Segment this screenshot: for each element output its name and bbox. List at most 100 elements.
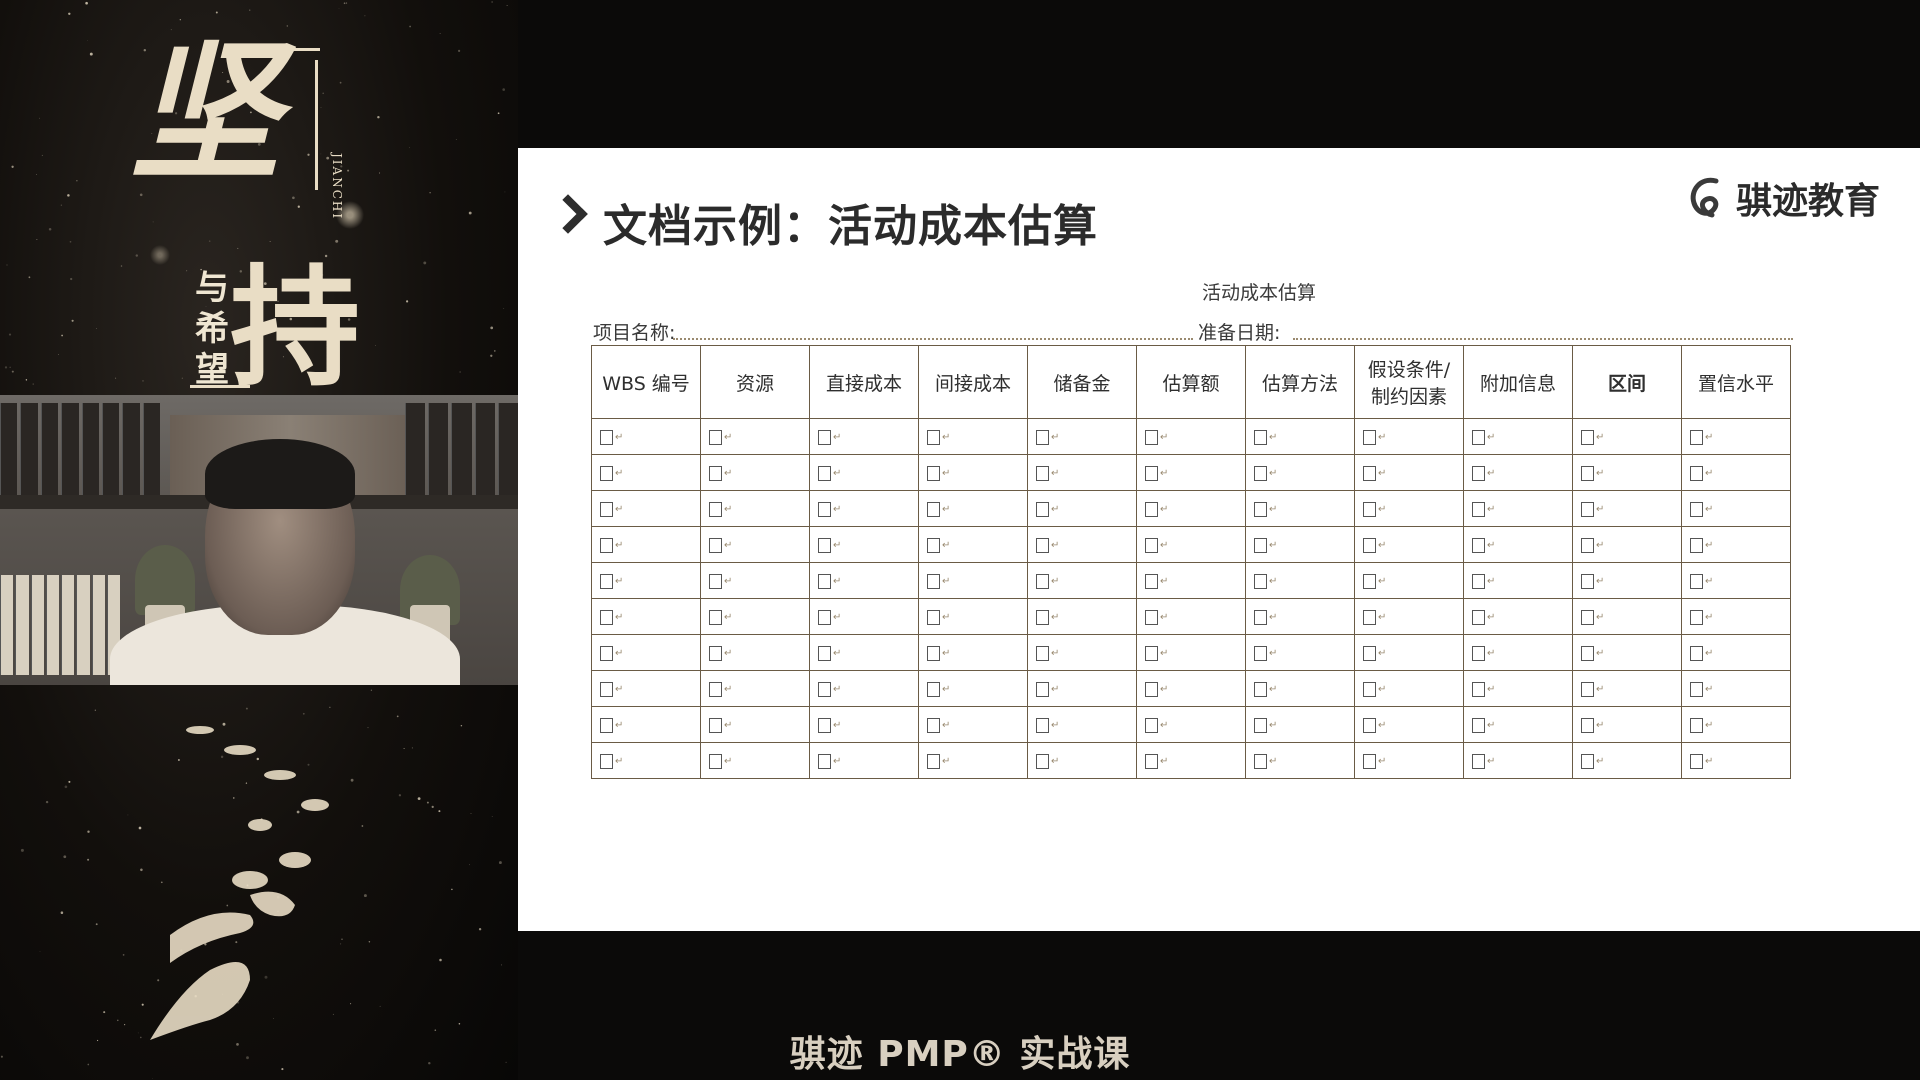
slide-title: 文档示例：活动成本估算 bbox=[603, 201, 1098, 252]
table-cell: ↵ bbox=[918, 562, 1028, 599]
table-cell: ↵ bbox=[1027, 706, 1137, 743]
checkbox-placeholder-icon bbox=[818, 754, 831, 769]
paragraph-mark-icon: ↵ bbox=[942, 468, 951, 479]
paragraph-mark-icon: ↵ bbox=[1051, 468, 1060, 479]
paragraph-mark-icon: ↵ bbox=[724, 540, 733, 551]
paragraph-mark-icon: ↵ bbox=[1596, 432, 1605, 443]
brand-name: 骐迹教育 bbox=[1736, 181, 1881, 222]
checkbox-placeholder-icon bbox=[600, 646, 613, 661]
checkbox-placeholder-icon bbox=[600, 466, 613, 481]
table-cell: ↵ bbox=[1572, 454, 1682, 491]
table-cell: ↵ bbox=[1572, 634, 1682, 671]
star bbox=[423, 261, 427, 265]
star bbox=[28, 276, 31, 279]
star bbox=[497, 112, 500, 115]
checkbox-placeholder-icon bbox=[600, 574, 613, 589]
paragraph-mark-icon: ↵ bbox=[942, 756, 951, 767]
paragraph-mark-icon: ↵ bbox=[615, 612, 624, 623]
paragraph-mark-icon: ↵ bbox=[942, 576, 951, 587]
column-header: 区间 bbox=[1572, 345, 1682, 419]
paragraph-mark-icon: ↵ bbox=[1160, 468, 1169, 479]
checkbox-placeholder-icon bbox=[1690, 718, 1703, 733]
table-cell: ↵ bbox=[1681, 490, 1791, 527]
table-cell: ↵ bbox=[809, 742, 919, 779]
star bbox=[469, 864, 470, 866]
checkbox-placeholder-icon bbox=[1581, 430, 1594, 445]
checkbox-placeholder-icon bbox=[1254, 754, 1267, 769]
table-cell: ↵ bbox=[1245, 742, 1355, 779]
star bbox=[11, 370, 14, 373]
checkbox-placeholder-icon bbox=[1690, 502, 1703, 517]
table-cell: ↵ bbox=[1681, 562, 1791, 599]
star bbox=[215, 11, 218, 14]
paragraph-mark-icon: ↵ bbox=[1160, 648, 1169, 659]
table-cell: ↵ bbox=[700, 490, 810, 527]
paragraph-mark-icon: ↵ bbox=[833, 684, 842, 695]
table-cell: ↵ bbox=[1136, 634, 1246, 671]
paragraph-mark-icon: ↵ bbox=[1160, 504, 1169, 515]
checkbox-placeholder-icon bbox=[1690, 574, 1703, 589]
paragraph-mark-icon: ↵ bbox=[1596, 540, 1605, 551]
star bbox=[36, 173, 37, 175]
table-cell: ↵ bbox=[591, 490, 701, 527]
document-title: 活动成本估算 bbox=[1201, 282, 1316, 304]
checkbox-placeholder-icon bbox=[1472, 682, 1485, 697]
paragraph-mark-icon: ↵ bbox=[1378, 720, 1387, 731]
star bbox=[335, 239, 339, 243]
star bbox=[322, 92, 324, 95]
table-cell: ↵ bbox=[809, 634, 919, 671]
table-cell: ↵ bbox=[591, 526, 701, 563]
paragraph-mark-icon: ↵ bbox=[1487, 540, 1496, 551]
star bbox=[506, 5, 508, 7]
paragraph-mark-icon: ↵ bbox=[724, 756, 733, 767]
checkbox-placeholder-icon bbox=[927, 682, 940, 697]
checkbox-placeholder-icon bbox=[1690, 682, 1703, 697]
paragraph-mark-icon: ↵ bbox=[942, 684, 951, 695]
checkbox-placeholder-icon bbox=[1472, 430, 1485, 445]
checkbox-placeholder-icon bbox=[1363, 682, 1376, 697]
table-cell: ↵ bbox=[1027, 418, 1137, 455]
star bbox=[339, 81, 342, 84]
table-cell: ↵ bbox=[1136, 706, 1246, 743]
table-cell: ↵ bbox=[809, 706, 919, 743]
checkbox-placeholder-icon bbox=[1145, 538, 1158, 553]
star bbox=[370, 689, 373, 691]
prep-date-label: 准备日期: bbox=[1198, 322, 1281, 344]
paragraph-mark-icon: ↵ bbox=[1269, 540, 1278, 551]
star bbox=[135, 254, 138, 257]
table-row: ↵ ↵ ↵ ↵ ↵ ↵ ↵ ↵ ↵ ↵ ↵ bbox=[591, 634, 1791, 671]
table-cell: ↵ bbox=[1572, 598, 1682, 635]
star bbox=[500, 964, 503, 966]
star bbox=[417, 797, 421, 800]
table-header-row: WBS 编号 资源 直接成本 间接成本 储备金 估算额 估算方法 假设条件/制约因素 附加信息区… bbox=[591, 345, 1791, 419]
star bbox=[122, 954, 125, 956]
table-cell: ↵ bbox=[1354, 526, 1464, 563]
checkbox-placeholder-icon bbox=[927, 610, 940, 625]
checkbox-placeholder-icon bbox=[1363, 718, 1376, 733]
checkbox-placeholder-icon bbox=[1036, 718, 1049, 733]
checkbox-placeholder-icon bbox=[1581, 610, 1594, 625]
star bbox=[120, 265, 123, 267]
table-cell: ↵ bbox=[1136, 562, 1246, 599]
star bbox=[87, 40, 88, 41]
table-cell: ↵ bbox=[1354, 454, 1464, 491]
checkbox-placeholder-icon bbox=[1363, 574, 1376, 589]
bookshelf-left bbox=[0, 403, 160, 495]
star bbox=[25, 379, 28, 381]
checkbox-placeholder-icon bbox=[818, 610, 831, 625]
paragraph-mark-icon: ↵ bbox=[1705, 540, 1714, 551]
table-cell: ↵ bbox=[700, 454, 810, 491]
checkbox-placeholder-icon bbox=[1472, 646, 1485, 661]
table-cell: ↵ bbox=[1681, 742, 1791, 779]
star bbox=[152, 221, 154, 223]
poster-title-char: 坚 bbox=[130, 25, 281, 201]
paragraph-mark-icon: ↵ bbox=[1378, 612, 1387, 623]
column-header: 间接成本 bbox=[918, 345, 1028, 419]
table-cell: ↵ bbox=[1245, 526, 1355, 563]
checkbox-placeholder-icon bbox=[1690, 466, 1703, 481]
paragraph-mark-icon: ↵ bbox=[1487, 684, 1496, 695]
star bbox=[39, 951, 41, 952]
star bbox=[249, 9, 251, 11]
table-cell: ↵ bbox=[1027, 490, 1137, 527]
star bbox=[142, 380, 144, 382]
